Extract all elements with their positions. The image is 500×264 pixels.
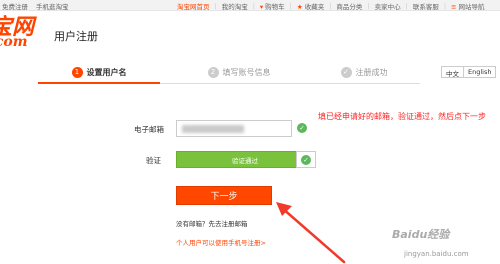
logo-domain: .com xyxy=(0,34,28,50)
baidu-watermark-logo: Baidu经验 xyxy=(392,228,450,241)
email-valid-check-icon: ✓ xyxy=(297,123,307,133)
verify-label: 验证 xyxy=(146,156,161,165)
step-label: 设置用户名 xyxy=(86,67,127,77)
topbar-item-6[interactable]: 联系客服 xyxy=(408,1,444,11)
annotation-hint: 填已经申请好的邮箱，验证通过，然后点下一步 xyxy=(318,112,486,121)
topbar-item-label: 网站导航 xyxy=(458,3,485,11)
email-field[interactable] xyxy=(176,120,292,137)
annotation-arrow-icon xyxy=(276,202,346,264)
menu-icon: ≡ xyxy=(451,3,457,11)
step-number-badge: 1 xyxy=(71,66,83,78)
topbar-item-3[interactable]: ★ 收藏夹 xyxy=(292,1,329,11)
star-icon: ★ xyxy=(296,3,303,11)
cart-icon: ▾ xyxy=(259,3,264,11)
register-email-link[interactable]: 没有邮箱？先去注册邮箱 xyxy=(176,218,248,228)
step-label: 注册成功 xyxy=(355,67,388,77)
topbar-item-0[interactable]: 淘宝网首页 xyxy=(172,1,215,11)
next-step-button[interactable]: 下一步 xyxy=(176,186,272,205)
topbar-item-label: 卖家中心 xyxy=(374,3,401,11)
verify-check-icon: ✓ xyxy=(301,155,311,165)
page-title: 用户注册 xyxy=(54,30,98,43)
email-label: 电子邮箱 xyxy=(134,125,164,134)
step-register-success: ✓ 注册成功 xyxy=(308,60,420,84)
verify-status-text: 验证通过 xyxy=(232,157,258,165)
topbar-item-1[interactable]: 我的淘宝 xyxy=(217,1,253,11)
blurred-email-value xyxy=(182,125,244,133)
site-logo[interactable]: 宝网 .com xyxy=(0,16,34,49)
topbar-link-0[interactable]: 免费注册 xyxy=(2,1,28,11)
topbar-item-label: 购物车 xyxy=(265,3,285,11)
step-set-username: 1 设置用户名 xyxy=(38,60,160,84)
topbar-item-7[interactable]: ≡ 网站导航 xyxy=(446,1,489,11)
topbar-item-label: 我的淘宝 xyxy=(221,3,248,11)
topbar-item-label: 联系客服 xyxy=(412,3,439,11)
topbar-item-label: 收藏夹 xyxy=(304,3,325,11)
steps-progress-indicator xyxy=(38,82,160,84)
lang-english[interactable]: English xyxy=(464,67,495,77)
topbar-item-label: 商品分类 xyxy=(336,3,363,11)
phone-register-link[interactable]: 个人用户可以使用手机号注册> xyxy=(176,237,266,247)
step-fill-account-info: 2 填写账号信息 xyxy=(178,60,300,84)
check-icon: ✓ xyxy=(340,66,352,78)
slider-handle[interactable]: ✓ xyxy=(296,151,316,168)
topbar-left-links: 免费注册 手机逛淘宝 xyxy=(2,1,69,11)
topbar-right-links: 淘宝网首页 | 我的淘宝 | ▾ 购物车 | ★ 收藏夹 | 商品分类 | 卖家中心 | 联系客服 | ≡ 网站导… xyxy=(172,1,489,11)
topbar-item-label: 淘宝网首页 xyxy=(177,3,210,11)
top-navigation-bar: 免费注册 手机逛淘宝 淘宝网首页 | 我的淘宝 | ▾ 购物车 | ★ 收藏夹 | 商品分类 | 卖家中心… xyxy=(0,0,500,11)
lang-chinese[interactable]: 中文 xyxy=(442,67,463,78)
topbar-link-1[interactable]: 手机逛淘宝 xyxy=(36,1,69,11)
slider-verification[interactable]: 验证通过 ✓ xyxy=(176,151,316,168)
registration-steps: 1 设置用户名 2 填写账号信息 ✓ 注册成功 xyxy=(38,60,420,84)
baidu-watermark-url: jingyan.baidu.com xyxy=(404,250,469,258)
step-label: 填写账号信息 xyxy=(222,67,271,77)
step-number-badge: 2 xyxy=(207,66,219,78)
topbar-item-4[interactable]: 商品分类 xyxy=(331,1,367,11)
topbar-item-5[interactable]: 卖家中心 xyxy=(370,1,406,11)
language-switcher: 中文 English xyxy=(441,66,497,78)
topbar-item-2[interactable]: ▾ 购物车 xyxy=(255,1,290,11)
